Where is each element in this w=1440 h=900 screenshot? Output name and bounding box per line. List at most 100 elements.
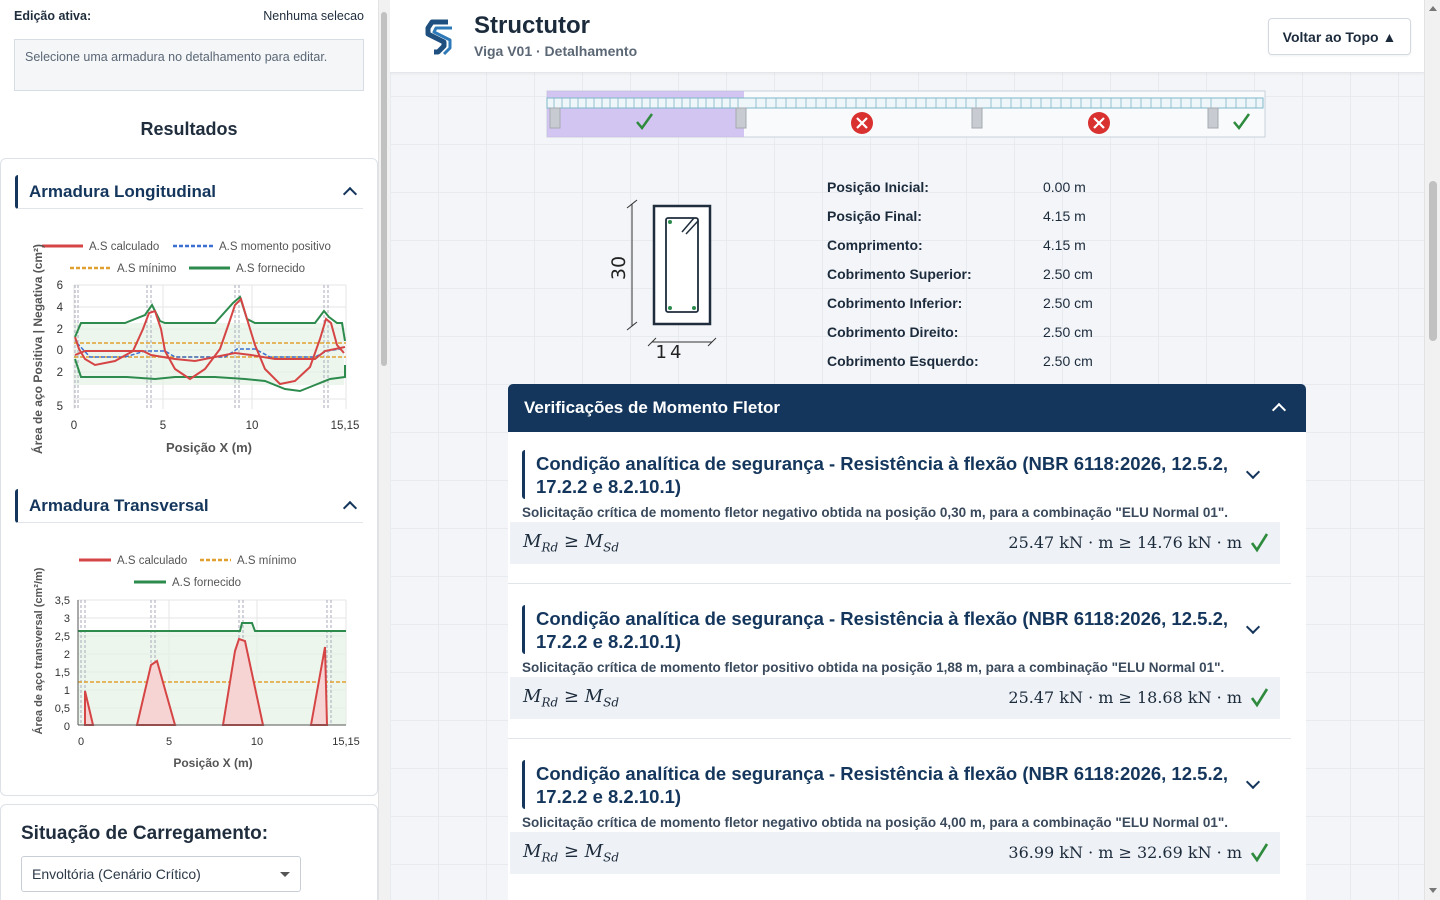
y-tick: 6 [57, 280, 63, 292]
formula-lhs: MRd ≥ MSd [523, 841, 620, 865]
longitudinal-plot [73, 284, 347, 409]
loading-card: Situação de Carregamento: Envoltória (Ce… [0, 804, 378, 900]
x-tick: 10 [251, 736, 263, 748]
transversal-xlabel: Posição X (m) [173, 756, 252, 770]
property-value: 0.00 m [1043, 179, 1086, 195]
y-tick: 2 [64, 649, 70, 661]
main-content: 30 14 Posição Inicial: 0.00 m Posição Fin… [390, 0, 1424, 900]
property-label: Posição Final: [827, 208, 922, 224]
results-title: Resultados [140, 119, 238, 139]
app-title: Structutor [474, 12, 590, 39]
rebar-dot [692, 306, 696, 310]
width-label: 14 [656, 342, 685, 363]
transversal-header[interactable]: Armadura Transversal [15, 489, 363, 523]
moment-verifications-panel: Verificações de Momento Fletor Condição … [508, 384, 1306, 900]
rebar-dot [668, 220, 672, 224]
edit-label: Edição ativa: [14, 9, 92, 23]
property-label: Posição Inicial: [827, 179, 929, 195]
verification-formula: MRd ≥ MSd 36.99 kN · m ≥ 32.69 kN · m [510, 832, 1280, 874]
x-tick: 0 [78, 736, 84, 748]
verification-item: Condição analítica de segurança - Resist… [508, 742, 1306, 897]
longitudinal-xlabel: Posição X (m) [166, 440, 252, 455]
structutor-logo-icon [425, 19, 452, 56]
loading-title: Situação de Carregamento: [21, 823, 269, 844]
section-outline [652, 204, 712, 326]
main-scrollbar[interactable] [1424, 0, 1440, 900]
moment-verifications-header[interactable]: Verificações de Momento Fletor [508, 384, 1306, 432]
legend-calculated: A.S calculado [117, 555, 187, 567]
dropdown-arrow-icon [280, 871, 290, 877]
verification-title-text: Condição analítica de segurança - Resist… [536, 763, 1229, 807]
formula-rhs: 36.99 kN · m ≥ 32.69 kN · m [1008, 843, 1242, 862]
x-tick: 15,15 [332, 736, 360, 748]
property-label: Cobrimento Direito: [827, 324, 959, 340]
transversal-plot [77, 599, 347, 726]
loading-select[interactable]: Envoltória (Cenário Crítico) [21, 856, 301, 892]
top-bar: Structutor Viga V01 · Detalhamento Volta… [390, 0, 1424, 73]
expand-chevron-icon[interactable] [1245, 619, 1261, 635]
verification-title[interactable]: Condição analítica de segurança - Resist… [522, 450, 1282, 499]
y-tick: 0 [57, 345, 63, 357]
main-scrollbar-thumb[interactable] [1429, 181, 1437, 341]
back-to-top-button[interactable]: Voltar ao Topo ▲ [1268, 18, 1411, 55]
formula-lhs: MRd ≥ MSd [523, 686, 620, 710]
legend-minimum: A.S mínimo [117, 263, 176, 275]
y-tick: 0,5 [55, 703, 70, 715]
cross-section-drawing: 30 14 [608, 199, 717, 363]
verification-title[interactable]: Condição analítica de segurança - Resist… [522, 760, 1282, 809]
property-value: 2.50 cm [1043, 324, 1093, 340]
property-label: Cobrimento Superior: [827, 266, 972, 282]
divider [508, 583, 1291, 584]
y-tick: 4 [57, 302, 64, 314]
results-card: Armadura Longitudinal A.S calculado A.S … [0, 158, 378, 796]
verification-title[interactable]: Condição analítica de segurança - Resist… [522, 605, 1282, 654]
verification-item: Condição analítica de segurança - Resist… [508, 432, 1306, 587]
property-value: 4.15 m [1043, 208, 1086, 224]
property-label: Cobrimento Esquerdo: [827, 353, 979, 369]
scroll-up-arrow-icon[interactable] [1429, 6, 1437, 11]
x-tick: 15,15 [331, 420, 360, 432]
verification-description: Solicitação crítica de momento fletor ne… [522, 815, 1228, 830]
property-label: Cobrimento Inferior: [827, 295, 963, 311]
rebar-dot [668, 306, 672, 310]
left-scrollbar[interactable] [378, 0, 390, 900]
y-tick: 0 [64, 721, 70, 733]
longitudinal-header[interactable]: Armadura Longitudinal [15, 175, 363, 209]
x-tick: 5 [166, 736, 172, 748]
verification-item: Condição analítica de segurança - Resist… [508, 587, 1306, 742]
expand-chevron-icon[interactable] [1245, 464, 1261, 480]
property-label: Comprimento: [827, 237, 923, 253]
y-tick: 2 [57, 324, 63, 336]
collapse-chevron-icon[interactable] [1271, 402, 1287, 418]
check-icon [1250, 533, 1269, 553]
collapse-chevron-icon[interactable] [342, 186, 358, 202]
expand-chevron-icon[interactable] [1245, 774, 1261, 790]
property-value: 2.50 cm [1043, 353, 1093, 369]
y-tick: 1 [64, 685, 70, 697]
loading-selected-value: Envoltória (Cenário Crítico) [32, 866, 201, 882]
span-status-3-icon [1088, 112, 1110, 134]
longitudinal-ylabel: Área de aço Positiva | Negativa (cm²) [30, 244, 45, 454]
beam-overview [546, 90, 1266, 138]
left-scrollbar-thumb[interactable] [381, 12, 387, 366]
property-value: 2.50 cm [1043, 295, 1093, 311]
y-tick: 2 [57, 367, 63, 379]
edit-value: Nenhuma selecao [263, 9, 364, 23]
legend-provided: A.S fornecido [172, 577, 241, 589]
verification-description: Solicitação crítica de momento fletor po… [522, 660, 1225, 675]
y-tick: 3,5 [55, 595, 70, 607]
legend-positive: A.S momento positivo [219, 241, 331, 253]
y-tick: 5 [57, 401, 63, 413]
moment-verifications-title: Verificações de Momento Fletor [524, 398, 781, 417]
collapse-chevron-icon[interactable] [342, 500, 358, 516]
x-tick: 0 [71, 420, 77, 432]
edit-info-box: Selecione uma armadura no detalhamento p… [14, 39, 364, 91]
left-panel: Edição ativa: Nenhuma selecao Selecione … [0, 0, 378, 900]
check-icon [1250, 688, 1269, 708]
scroll-down-arrow-icon[interactable] [1429, 888, 1437, 893]
legend-provided: A.S fornecido [236, 263, 305, 275]
transversal-ylabel: Área de aço transversal (cm²/m) [32, 567, 45, 734]
verification-title-text: Condição analítica de segurança - Resist… [536, 453, 1229, 497]
height-label: 30 [608, 256, 630, 280]
edit-status: Edição ativa: Nenhuma selecao [0, 0, 378, 23]
